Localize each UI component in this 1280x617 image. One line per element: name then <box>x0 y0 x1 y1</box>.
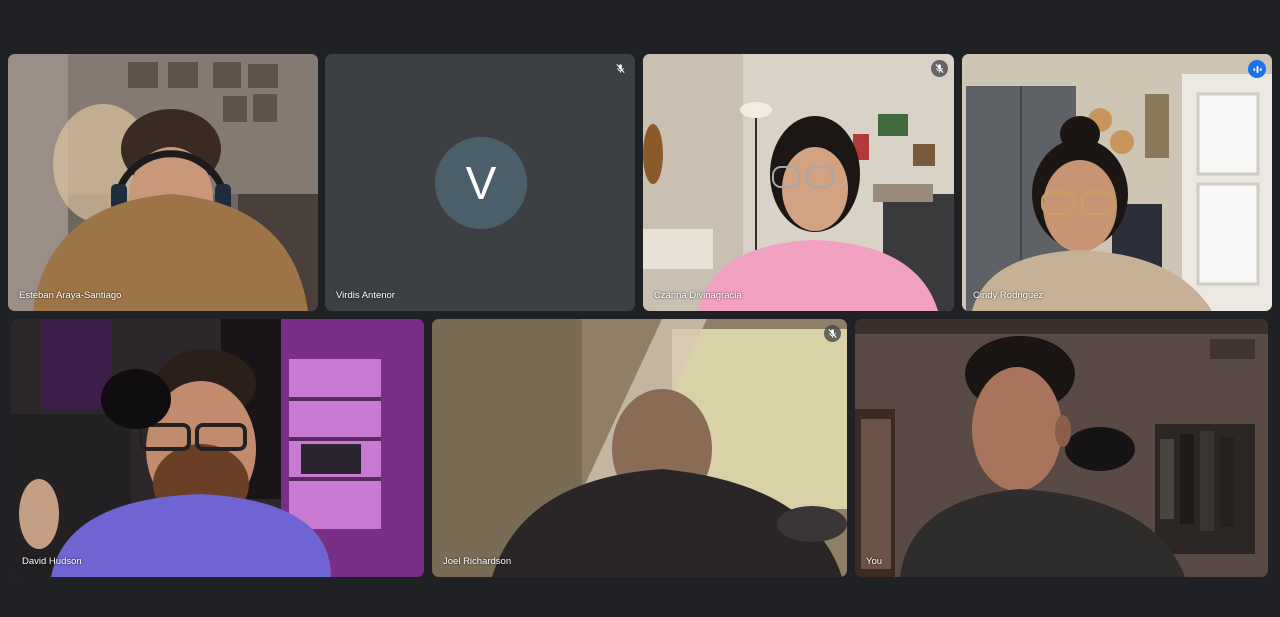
participant-name: David Hudson <box>22 556 82 567</box>
meeting-grid: Esteban Araya-Santiago V Virdis Antenor <box>0 0 1280 617</box>
participant-video <box>11 319 424 577</box>
participant-tile-cindy[interactable]: Cindy Rodriguez <box>962 54 1272 311</box>
participant-tile-joel[interactable]: Joel Richardson <box>432 319 847 577</box>
participant-name: You <box>866 556 883 567</box>
participant-video <box>432 319 847 577</box>
mic-off-icon <box>931 60 948 77</box>
participant-tile-you[interactable]: You <box>855 319 1268 577</box>
participant-video <box>962 54 1272 311</box>
participant-tile-czarina[interactable]: Czarina Divinagracia <box>643 54 954 311</box>
participant-video <box>8 54 318 311</box>
participant-name: Czarina Divinagracia <box>654 290 742 301</box>
participant-tile-virdis[interactable]: V Virdis Antenor <box>325 54 635 311</box>
participant-video <box>643 54 954 311</box>
participant-name: Cindy Rodriguez <box>973 290 1044 301</box>
mic-off-icon <box>824 325 841 342</box>
speaking-indicator-icon <box>1248 60 1266 78</box>
participant-name: Esteban Araya-Santiago <box>19 290 122 301</box>
participant-tile-esteban[interactable]: Esteban Araya-Santiago <box>8 54 318 311</box>
avatar: V <box>435 137 527 229</box>
mic-off-icon <box>612 60 629 77</box>
participant-tile-david[interactable]: David Hudson <box>11 319 424 577</box>
participant-name: Joel Richardson <box>443 556 512 567</box>
participant-video <box>855 319 1268 577</box>
participant-name: Virdis Antenor <box>336 290 395 301</box>
